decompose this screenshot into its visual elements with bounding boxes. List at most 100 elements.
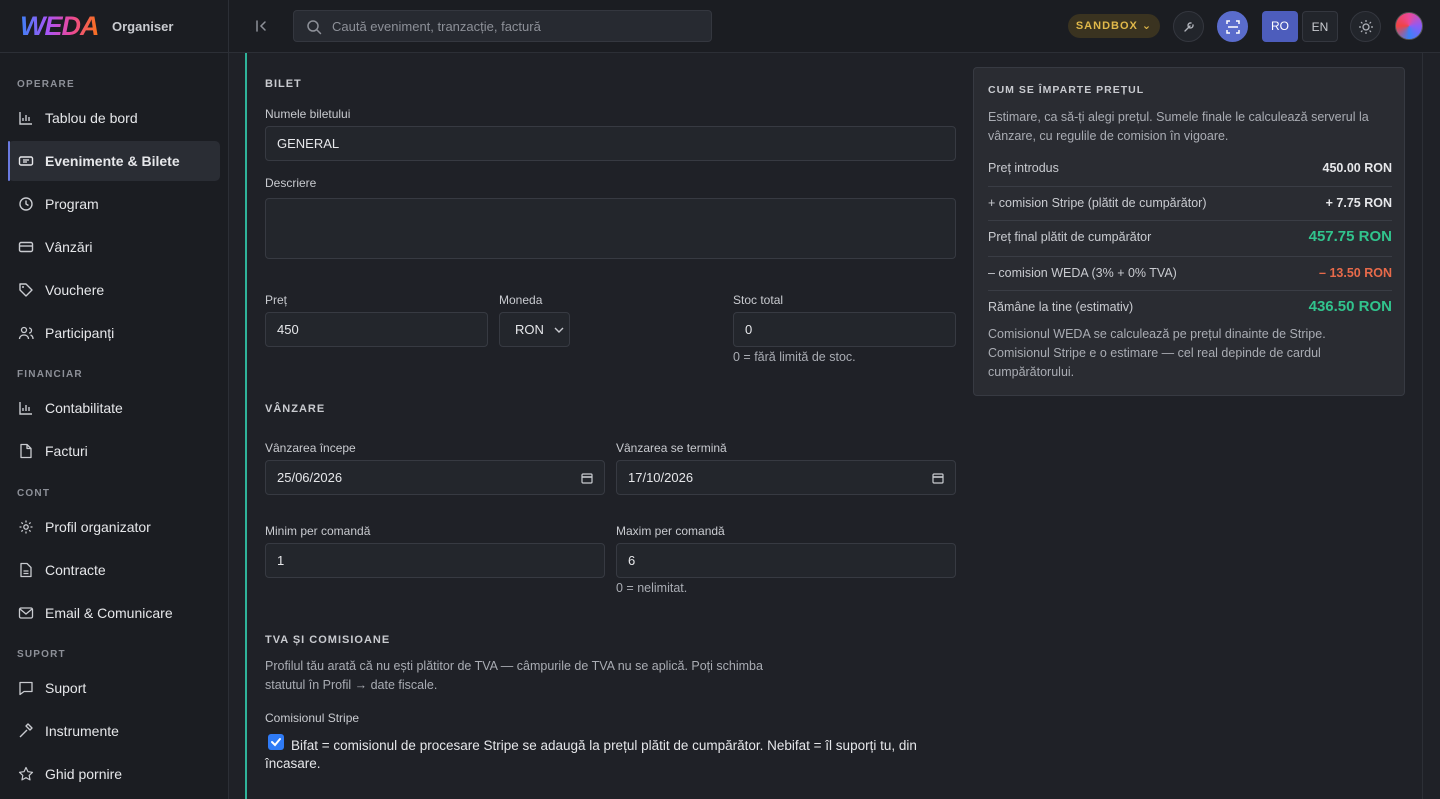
vat-notice-line-2: statutul în Profil → date fiscale. — [265, 678, 438, 692]
description-label: Descriere — [265, 176, 317, 190]
sidebar-item-dashboard[interactable]: Tablou de bord — [8, 98, 220, 138]
theme-toggle-button[interactable] — [1350, 11, 1381, 42]
sidebar-item-support[interactable]: Suport — [8, 668, 220, 708]
collapse-icon — [256, 20, 266, 32]
breakdown-label: Rămâne la tine (estimativ) — [988, 300, 1134, 314]
sidebar-item-vouchers[interactable]: Vouchere — [8, 270, 220, 310]
sidebar-item-organizer-profile[interactable]: Profil organizator — [8, 507, 220, 547]
sidebar-item-label: Ghid pornire — [45, 766, 123, 782]
price-input[interactable]: 450 — [265, 312, 488, 347]
stock-input[interactable]: 0 — [733, 312, 956, 347]
chevron-down-icon — [554, 327, 564, 333]
stripe-fee-checkbox[interactable] — [268, 734, 284, 750]
sidebar-item-label: Email & Comunicare — [45, 605, 173, 621]
description-textarea[interactable] — [265, 198, 956, 259]
app-subtitle: Organiser — [112, 19, 174, 34]
scan-button[interactable] — [1217, 11, 1248, 42]
vat-notice-line-1: Profilul tău arată că nu ești plătitor d… — [265, 659, 763, 673]
tools-button[interactable] — [1173, 11, 1204, 42]
sandbox-badge[interactable]: SANDBOX ⌄ — [1068, 14, 1160, 38]
currency-select[interactable]: RON — [499, 312, 570, 347]
clock-icon — [19, 197, 33, 211]
chat-icon — [19, 681, 33, 696]
min-per-order-input[interactable]: 1 — [265, 543, 605, 578]
breakdown-value: 450.00 RON — [1322, 161, 1392, 175]
ticket-name-label: Numele biletului — [265, 107, 351, 121]
sidebar-item-invoices[interactable]: Facturi — [8, 431, 220, 471]
calendar-icon[interactable] — [581, 472, 593, 484]
section-title-vat: TVA ȘI COMISIOANE — [265, 634, 391, 646]
mail-icon — [18, 607, 34, 619]
stripe-fee-description: Bifat = comisionul de procesare Stripe s… — [265, 738, 917, 771]
price-breakdown-card: CUM SE ÎMPARTE PREȚUL Estimare, ca să-ți… — [973, 67, 1405, 396]
sidebar-item-events[interactable]: Evenimente & Bilete — [8, 141, 220, 181]
sun-icon — [1359, 20, 1373, 34]
sale-start-date-input[interactable]: 25/06/2026 — [265, 460, 605, 495]
sidebar-item-participants[interactable]: Participanți — [8, 313, 220, 353]
min-per-order-label: Minim per comandă — [265, 524, 371, 538]
price-label: Preț — [265, 293, 288, 307]
scan-icon — [1226, 20, 1240, 34]
sale-end-label: Vânzarea se termină — [616, 441, 727, 455]
sidebar-item-label: Profil organizator — [45, 519, 151, 535]
file-icon — [20, 443, 32, 459]
credit-card-icon — [18, 241, 34, 253]
sidebar-item-tools[interactable]: Instrumente — [8, 711, 220, 751]
wrench-icon — [1184, 22, 1194, 32]
breakdown-label: – comision WEDA (3% + 0% TVA) — [988, 266, 1177, 280]
currency-value: RON — [515, 322, 544, 337]
checkmark-icon — [271, 738, 281, 747]
sidebar-item-label: Vânzări — [45, 239, 93, 255]
scrollbar[interactable] — [1422, 53, 1440, 799]
stock-hint: 0 = fără limită de stoc. — [733, 350, 856, 364]
hammer-icon — [19, 723, 33, 738]
sidebar-item-label: Suport — [45, 680, 87, 696]
sale-end-value: 17/10/2026 — [628, 470, 694, 485]
sidebar-item-accounting[interactable]: Contabilitate — [8, 388, 220, 428]
weda-logo[interactable]: WEDA — [20, 11, 99, 42]
chevron-down-icon: ⌄ — [1141, 20, 1153, 32]
sale-end-date-input[interactable]: 17/10/2026 — [616, 460, 956, 495]
chart-bar-icon — [19, 112, 32, 125]
sidebar-item-program[interactable]: Program — [8, 184, 220, 224]
calendar-icon[interactable] — [932, 472, 944, 484]
section-label-operare: OPERARE — [17, 79, 75, 90]
section-label-financiar: FINANCIAR — [17, 369, 83, 380]
ticket-name-input[interactable]: GENERAL — [265, 126, 956, 161]
sidebar-item-label: Contabilitate — [45, 400, 123, 416]
avatar[interactable] — [1395, 12, 1423, 40]
star-icon — [18, 766, 34, 781]
price-breakdown-title: CUM SE ÎMPARTE PREȚUL — [988, 84, 1145, 96]
breakdown-row-price-entered: Preț introdus 450.00 RON — [988, 152, 1392, 186]
sidebar-item-sales[interactable]: Vânzări — [8, 227, 220, 267]
section-label-suport: SUPORT — [17, 649, 66, 660]
sidebar-item-label: Evenimente & Bilete — [45, 153, 180, 169]
users-icon — [18, 326, 34, 340]
sidebar-item-email[interactable]: Email & Comunicare — [8, 593, 220, 633]
section-title-ticket: BILET — [265, 78, 302, 90]
ticket-icon — [18, 156, 34, 166]
sidebar-item-label: Vouchere — [45, 282, 105, 298]
sidebar-item-contracts[interactable]: Contracte — [8, 550, 220, 590]
sidebar: OPERARE Tablou de bord Evenimente & Bile… — [0, 53, 229, 799]
search-input[interactable] — [332, 11, 702, 41]
sidebar-item-label: Facturi — [45, 443, 88, 459]
collapse-sidebar-button[interactable] — [250, 15, 272, 37]
gear-icon — [19, 520, 33, 534]
lang-en-button[interactable]: EN — [1302, 11, 1338, 42]
breakdown-label: + comision Stripe (plătit de cumpărător) — [988, 196, 1207, 210]
sidebar-item-label: Tablou de bord — [45, 110, 138, 126]
sale-start-value: 25/06/2026 — [277, 470, 343, 485]
search-box[interactable] — [293, 10, 712, 42]
sidebar-item-label: Participanți — [45, 325, 115, 341]
search-icon — [307, 20, 322, 35]
max-per-order-input[interactable]: 6 — [616, 543, 956, 578]
sidebar-item-label: Contracte — [45, 562, 106, 578]
price-breakdown-footnote: Comisionul WEDA se calculează pe prețul … — [988, 327, 1326, 379]
sidebar-item-getting-started[interactable]: Ghid pornire — [8, 754, 220, 794]
breakdown-value: + 7.75 RON — [1325, 196, 1392, 210]
price-breakdown-intro: Estimare, ca să-ți alegi prețul. Sumele … — [988, 110, 1369, 143]
lang-ro-button[interactable]: RO — [1262, 11, 1298, 42]
sidebar-item-label: Program — [45, 196, 99, 212]
stripe-fee-label: Comisionul Stripe — [265, 711, 360, 725]
